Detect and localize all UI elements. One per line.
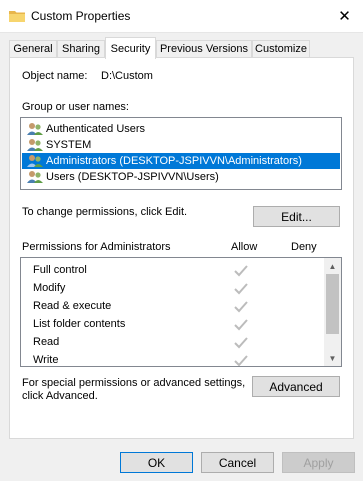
permission-row: Write [33,351,59,366]
list-item[interactable]: SYSTEM [22,137,340,153]
tab-general[interactable]: General [9,40,57,57]
folder-icon [9,11,25,22]
permission-name: Write [33,354,59,366]
users-icon [27,139,43,151]
allow-check-icon [234,301,248,313]
list-item-label: Authenticated Users [46,123,146,135]
list-item-label: Administrators (DESKTOP-JSPIVVN\Administ… [46,155,302,167]
permission-row: Modify [33,279,65,297]
permission-name: Read [33,336,60,348]
permission-row: Read & execute [33,297,111,315]
edit-button[interactable]: Edit... [253,206,340,227]
group-names-label: Group or user names: [22,101,129,113]
permissions-list: Full control Modify Read & execute List … [20,257,342,367]
close-icon: ✕ [338,8,351,25]
tab-sharing[interactable]: Sharing [57,40,105,57]
scroll-up-icon[interactable]: ▲ [324,258,341,274]
users-icon [27,123,43,135]
tab-customize[interactable]: Customize [252,40,310,57]
allow-header: Allow [231,241,258,253]
tab-security[interactable]: Security [105,37,156,59]
window-title: Custom Properties [31,9,131,23]
allow-check-icon [234,283,248,295]
list-item[interactable]: Users (DESKTOP-JSPIVVN\Users) [22,169,340,185]
cancel-button[interactable]: Cancel [201,452,274,473]
tab-previous-versions[interactable]: Previous Versions [156,40,252,57]
permission-name: Modify [33,282,66,294]
permissions-scrollbar[interactable]: ▲ ▼ [324,258,341,366]
scroll-down-icon[interactable]: ▼ [324,350,341,366]
title-bar: Custom Properties ✕ [0,0,363,33]
change-permissions-text: To change permissions, click Edit. [22,206,188,218]
scrollbar-thumb[interactable] [326,274,339,334]
allow-check-icon [234,319,248,331]
deny-header: Deny [291,241,317,253]
object-name-value: D:\Custom [101,70,153,82]
permission-row: Read [33,333,59,351]
users-icon [27,155,43,167]
users-icon [27,171,43,183]
close-button[interactable]: ✕ [326,0,363,32]
group-list[interactable]: Authenticated Users SYSTEM Administrator… [20,117,342,190]
allow-check-icon [234,355,248,366]
object-name-label: Object name: [22,70,88,82]
permission-row: List folder contents [33,315,125,333]
list-item-label: Users (DESKTOP-JSPIVVN\Users) [46,171,219,183]
list-item-label: SYSTEM [46,139,92,151]
click-advanced-text: click Advanced. [22,390,98,402]
advanced-button[interactable]: Advanced [252,376,340,397]
permission-name: Full control [33,264,87,276]
permission-name: List folder contents [33,318,126,330]
special-permissions-text: For special permissions or advanced sett… [22,377,246,389]
list-item[interactable]: Authenticated Users [22,121,340,137]
list-item-selected[interactable]: Administrators (DESKTOP-JSPIVVN\Administ… [22,153,340,169]
permission-name: Read & execute [33,300,112,312]
permissions-label: Permissions for Administrators [22,241,171,253]
allow-check-icon [234,265,248,277]
apply-button[interactable]: Apply [282,452,355,473]
ok-button[interactable]: OK [120,452,193,473]
allow-check-icon [234,337,248,349]
permission-row: Full control [33,261,87,279]
